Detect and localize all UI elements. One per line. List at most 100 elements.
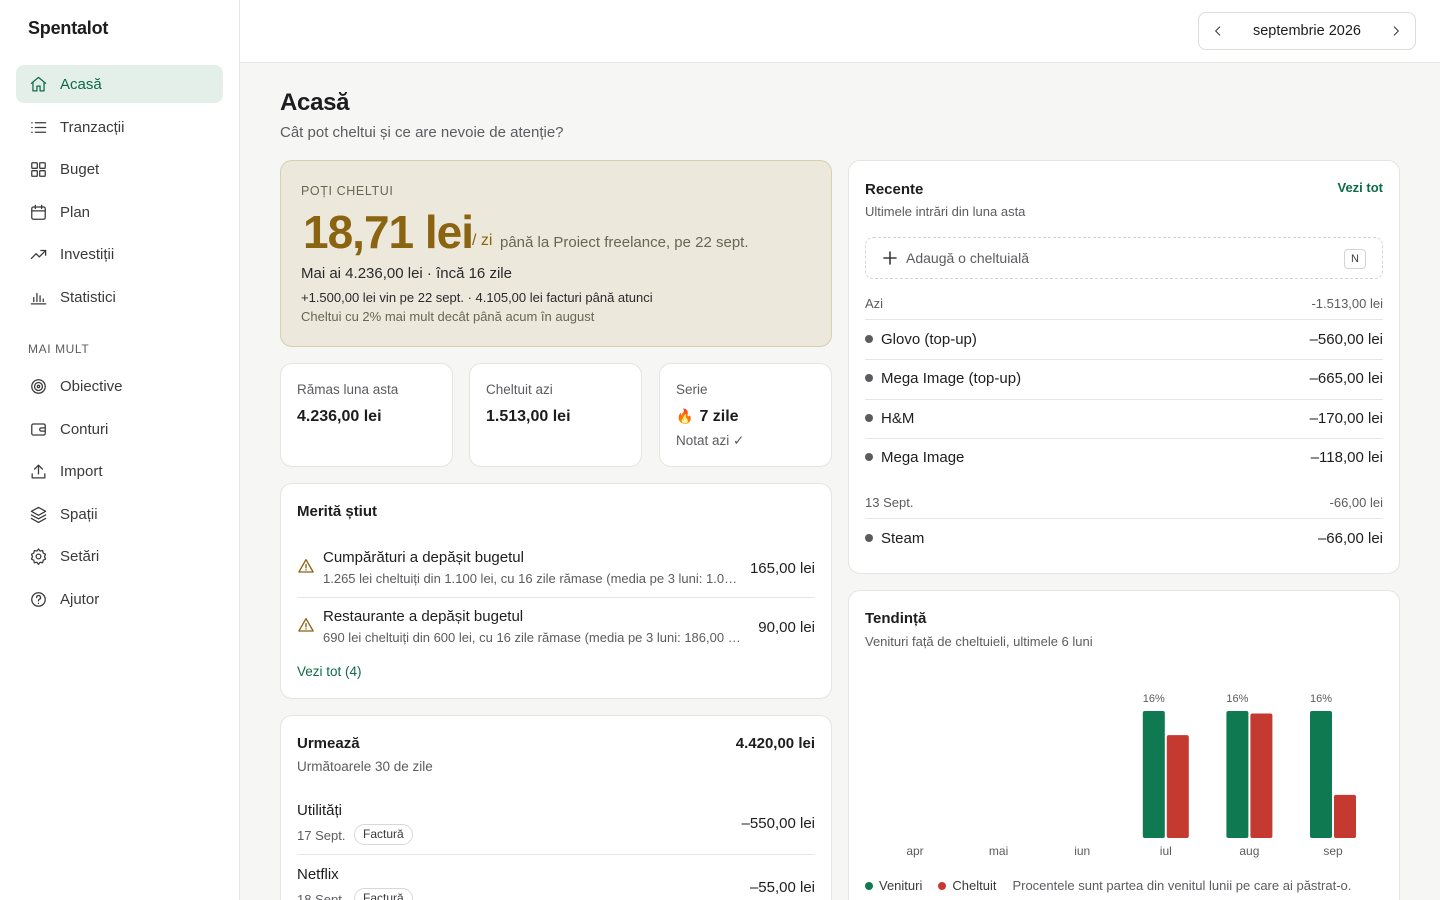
data-label-iul: 16%: [1143, 693, 1165, 705]
transaction-name: Steam: [881, 530, 925, 547]
remaining-summary: Mai ai 4.236,00 lei · încă 16 zile: [301, 265, 512, 282]
stat-note: Notat azi ✓: [676, 433, 745, 448]
alert-row[interactable]: Cumpărături a depășit bugetul 1.265 lei …: [297, 543, 815, 593]
sidebar-item-label: Conturi: [60, 420, 109, 438]
category-dot: [865, 534, 873, 542]
sidebar-item-import[interactable]: Import: [16, 452, 223, 490]
month-label[interactable]: septembrie 2026: [1253, 23, 1361, 39]
sidebar-item-spatii[interactable]: Spații: [16, 495, 223, 533]
x-tick-iul: iul: [1160, 844, 1172, 858]
bar-expense-iul[interactable]: [1166, 735, 1189, 838]
card-subtitle: Venituri față de cheltuieli, ultimele 6 …: [865, 634, 1093, 649]
transaction-amount: –560,00 lei: [1309, 331, 1383, 348]
bill-row[interactable]: Utilități 17 Sept. Factură –550,00 lei: [297, 802, 815, 852]
bill-tag: Factură: [354, 888, 413, 900]
hero-label: POȚI CHELTUI: [301, 184, 394, 198]
fire-icon: 🔥: [676, 408, 694, 424]
target-icon: [28, 376, 48, 396]
sidebar-item-tranzactii[interactable]: Tranzacții: [16, 108, 223, 146]
calendar-icon: [28, 202, 48, 222]
transaction-row[interactable]: H&M –170,00 lei: [865, 399, 1383, 439]
sidebar-item-setari[interactable]: Setări: [16, 537, 223, 575]
sidebar-item-label: Investiții: [60, 245, 115, 263]
divider: [297, 854, 815, 855]
recent-card: Recente Ultimele intrări din luna asta V…: [848, 160, 1400, 574]
sidebar-item-investitii[interactable]: Investiții: [16, 235, 223, 273]
bill-row[interactable]: Netflix 18 Sept. Factură –55,00 lei: [297, 866, 815, 900]
daily-allowance-card: POȚI CHELTUI 18,71 lei / zi până la Proi…: [280, 160, 832, 347]
bar-income-sep[interactable]: [1310, 711, 1332, 838]
sidebar-item-label: Setări: [60, 547, 100, 565]
streak-days: 7 zile: [699, 408, 739, 425]
see-all-recent-link[interactable]: Vezi tot: [1337, 180, 1383, 195]
sidebar-item-ajutor[interactable]: Ajutor: [16, 580, 223, 618]
page-title: Acasă: [280, 89, 350, 116]
transaction-row[interactable]: Glovo (top-up) –560,00 lei: [865, 320, 1383, 360]
daily-amount: 18,71 lei: [303, 206, 474, 258]
x-tick-sep: sep: [1323, 844, 1343, 858]
stat-label: Serie: [676, 382, 708, 397]
bar-expense-sep[interactable]: [1334, 794, 1356, 838]
alert-row[interactable]: Restaurante a depășit bugetul 690 lei ch…: [297, 602, 815, 652]
legend-label: Cheltuit: [952, 878, 997, 893]
category-dot: [865, 374, 873, 382]
see-all-alerts-link[interactable]: Vezi tot (4): [297, 664, 362, 679]
bill-date: 17 Sept.: [297, 828, 346, 843]
legend-item-income: Venituri: [865, 878, 922, 893]
alert-description: 690 lei cheltuiți din 600 lei, cu 16 zil…: [323, 630, 743, 645]
transaction-name: Glovo (top-up): [881, 331, 977, 348]
x-tick-apr: apr: [906, 844, 923, 858]
transaction-amount: –118,00 lei: [1310, 449, 1383, 466]
bar-income-iul[interactable]: [1142, 711, 1165, 838]
day-total: -1.513,00 lei: [1311, 296, 1383, 311]
x-tick-iun: iun: [1074, 844, 1090, 858]
divider: [297, 597, 815, 598]
grid-icon: [28, 159, 48, 179]
alerts-card: Merită știut Cumpărături a depășit buget…: [280, 483, 832, 699]
bill-name: Utilități: [297, 802, 343, 819]
sidebar-item-obiective[interactable]: Obiective: [16, 367, 223, 405]
alert-amount: 90,00 lei: [758, 619, 815, 636]
alert-amount: 165,00 lei: [749, 560, 815, 577]
transaction-row[interactable]: Mega Image (top-up) –665,00 lei: [865, 359, 1383, 399]
transaction-row[interactable]: Steam –66,00 lei: [865, 519, 1383, 559]
bill-tag: Factură: [354, 824, 413, 845]
trend-card: Tendință Venituri față de cheltuieli, ul…: [848, 590, 1400, 900]
bar-income-aug[interactable]: [1226, 711, 1249, 838]
sidebar-item-statistici[interactable]: Statistici: [16, 278, 223, 316]
transaction-amount: –170,00 lei: [1309, 410, 1383, 427]
plus-icon: [882, 250, 898, 266]
chevron-left-icon[interactable]: [1209, 22, 1227, 40]
sidebar-item-label: Obiective: [60, 377, 123, 395]
bill-name: Netflix: [297, 866, 339, 883]
transaction-row[interactable]: Mega Image –118,00 lei: [865, 438, 1383, 478]
sidebar-item-label: Statistici: [60, 288, 116, 306]
bar-chart-icon: [28, 287, 48, 307]
transaction-amount: –66,00 lei: [1317, 530, 1383, 547]
upcoming-total: 4.420,00 lei: [735, 735, 815, 752]
stat-card-remaining: Rămas luna asta 4.236,00 lei: [280, 363, 453, 467]
legend-dot: [865, 881, 873, 890]
add-expense-button[interactable]: Adaugă o cheltuială N: [865, 237, 1383, 279]
warning-icon: [298, 617, 314, 632]
category-dot: [865, 335, 873, 343]
sidebar-item-acasa[interactable]: Acasă: [16, 65, 223, 103]
bar-expense-aug[interactable]: [1250, 713, 1273, 838]
gear-icon: [28, 546, 48, 566]
transaction-amount: –665,00 lei: [1309, 370, 1383, 387]
chevron-right-icon[interactable]: [1387, 22, 1405, 40]
stat-card-spent-today: Cheltuit azi 1.513,00 lei: [469, 363, 642, 467]
sidebar-item-buget[interactable]: Buget: [16, 150, 223, 188]
warning-icon: [298, 558, 314, 573]
category-dot: [865, 453, 873, 461]
add-expense-label: Adaugă o cheltuială: [906, 250, 1029, 266]
sidebar-item-plan[interactable]: Plan: [16, 193, 223, 231]
x-tick-mai: mai: [989, 844, 1008, 858]
legend-label: Venituri: [879, 878, 923, 893]
upcoming-subtitle: Următoarele 30 de zile: [297, 759, 433, 774]
alert-description: 1.265 lei cheltuiți din 1.100 lei, cu 16…: [323, 571, 743, 586]
sidebar-item-label: Ajutor: [60, 590, 100, 608]
trending-up-icon: [28, 244, 48, 264]
day-label: 13 Sept.: [865, 495, 914, 510]
sidebar-item-conturi[interactable]: Conturi: [16, 410, 223, 448]
